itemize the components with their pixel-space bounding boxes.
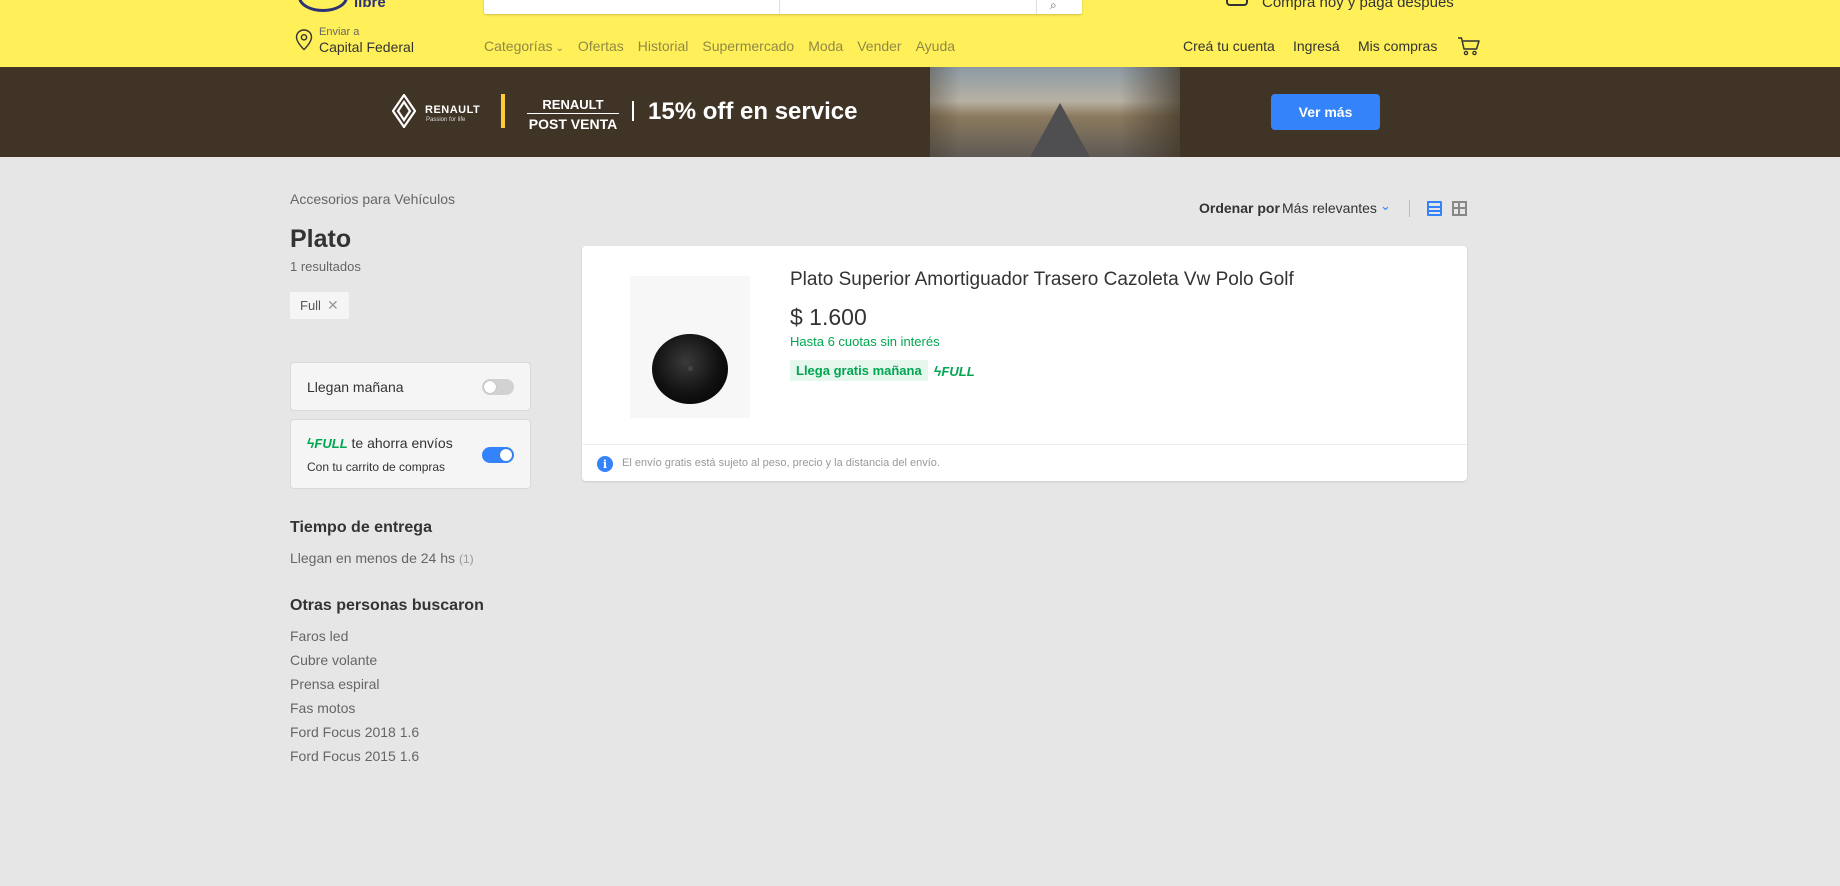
my-purchases-link[interactable]: Mis compras xyxy=(1358,38,1437,54)
banner-separator xyxy=(632,101,634,121)
product-image[interactable] xyxy=(630,276,750,418)
banner-divider xyxy=(501,94,505,128)
results-count: 1 resultados xyxy=(290,259,361,274)
related-search-link[interactable]: Ford Focus 2015 1.6 xyxy=(290,748,419,764)
post-venta-bottom: POST VENTA xyxy=(528,116,618,132)
post-venta-top: RENAULT xyxy=(527,97,619,114)
create-account-link[interactable]: Creá tu cuenta xyxy=(1183,38,1275,54)
toggle-knob xyxy=(484,381,496,393)
page-title: Plato xyxy=(290,225,352,253)
shipping-note: El envío gratis está sujeto al peso, pre… xyxy=(622,457,940,469)
nav-moda[interactable]: Moda xyxy=(808,38,843,54)
location-label: Enviar a xyxy=(319,26,360,38)
product-image-hole xyxy=(688,366,693,371)
filter-llegan-manana[interactable]: Llegan mañana xyxy=(290,362,531,411)
cart-icon[interactable] xyxy=(1457,36,1481,56)
others-searched-title: Otras personas buscaron xyxy=(290,597,484,614)
nav-supermercado[interactable]: Supermercado xyxy=(702,38,794,54)
banner-fade xyxy=(880,67,960,157)
logo-text[interactable]: libre xyxy=(354,0,386,11)
delivery-time-title: Tiempo de entrega xyxy=(290,519,432,536)
list-view-icon[interactable] xyxy=(1427,201,1442,216)
installments-text: Hasta 6 cuotas sin interés xyxy=(790,334,940,349)
product-title[interactable]: Plato Superior Amortiguador Trasero Cazo… xyxy=(790,269,1294,291)
grid-view-icon[interactable] xyxy=(1452,201,1467,216)
logo-icon[interactable] xyxy=(298,0,348,12)
location-value: Capital Federal xyxy=(319,39,414,55)
search-bar[interactable]: ⌕ xyxy=(484,0,1082,14)
banner-offer: 15% off en service xyxy=(648,98,858,125)
product-price: $ 1.600 xyxy=(790,304,867,330)
location-pin-icon xyxy=(295,29,313,51)
applied-filter-chip[interactable]: Full ✕ xyxy=(290,292,349,319)
full-filter-text: te ahorra envíos xyxy=(347,435,453,451)
chevron-down-icon[interactable]: ⌄ xyxy=(1380,198,1391,214)
card-divider xyxy=(582,444,1467,445)
related-search-link[interactable]: Fas motos xyxy=(290,700,355,716)
delivery-time-link[interactable]: Llegan en menos de 24 hs (1) xyxy=(290,550,474,566)
renault-brand-text: RENAULT xyxy=(425,104,481,116)
full-badge: FULL xyxy=(941,364,975,379)
nav-historial[interactable]: Historial xyxy=(638,38,689,54)
toggle-knob xyxy=(500,449,512,461)
related-search-link[interactable]: Prensa espiral xyxy=(290,676,380,692)
filter-label: Llegan mañana xyxy=(307,379,404,395)
header: libre ⌕ Comprá hoy y pagá después Enviar… xyxy=(0,0,1840,67)
chip-label: Full xyxy=(300,298,321,313)
full-filter-sub: Con tu carrito de compras xyxy=(307,460,446,474)
breadcrumb[interactable]: Accesorios para Vehículos xyxy=(290,191,455,207)
search-divider xyxy=(1036,0,1037,14)
promo-banner[interactable]: RENAULT Passion for life RENAULT POST VE… xyxy=(0,67,1840,157)
nav-categorias[interactable]: Categorías ⌄ xyxy=(484,38,564,54)
close-icon[interactable]: ✕ xyxy=(327,297,339,314)
banner-fade xyxy=(1120,67,1200,157)
filter-full[interactable]: ϟFULL te ahorra envíos Con tu carrito de… xyxy=(290,419,531,489)
search-divider xyxy=(779,0,780,14)
promo-text[interactable]: Comprá hoy y pagá después xyxy=(1262,0,1454,11)
nav-ofertas[interactable]: Ofertas xyxy=(578,38,624,54)
full-tag: ϟFULL xyxy=(934,363,975,381)
full-badge: FULL xyxy=(314,436,348,451)
main-nav: Categorías ⌄ Ofertas Historial Supermerca… xyxy=(484,38,969,54)
sort-divider xyxy=(1409,200,1410,217)
renault-logo-icon xyxy=(392,94,416,128)
ver-mas-button[interactable]: Ver más xyxy=(1271,94,1380,130)
chevron-down-icon: ⌄ xyxy=(555,43,564,54)
full-filter-label: ϟFULL te ahorra envíos xyxy=(307,435,453,451)
nav-ayuda[interactable]: Ayuda xyxy=(916,38,955,54)
info-icon: i xyxy=(597,456,613,472)
related-search-link[interactable]: Cubre volante xyxy=(290,652,377,668)
renault-tagline: Passion for life xyxy=(426,117,466,123)
product-image-disc xyxy=(652,334,728,404)
related-search-link[interactable]: Faros led xyxy=(290,628,348,644)
sort-dropdown[interactable]: Más relevantes xyxy=(1282,200,1377,216)
sort-label: Ordenar por xyxy=(1199,200,1280,216)
shipping-badge: Llega gratis mañana xyxy=(790,360,928,381)
related-search-link[interactable]: Ford Focus 2018 1.6 xyxy=(290,724,419,740)
delivery-link-label: Llegan en menos de 24 hs xyxy=(290,550,456,566)
nav-label: Categorías xyxy=(484,38,553,54)
login-link[interactable]: Ingresá xyxy=(1293,38,1340,54)
wallet-icon xyxy=(1226,0,1248,6)
llegan-manana-toggle[interactable] xyxy=(482,379,514,395)
product-card[interactable]: Plato Superior Amortiguador Trasero Cazo… xyxy=(582,246,1467,481)
nav-vender[interactable]: Vender xyxy=(857,38,901,54)
full-toggle[interactable] xyxy=(482,447,514,463)
delivery-link-count: (1) xyxy=(459,552,474,566)
search-icon[interactable]: ⌕ xyxy=(1050,0,1057,13)
